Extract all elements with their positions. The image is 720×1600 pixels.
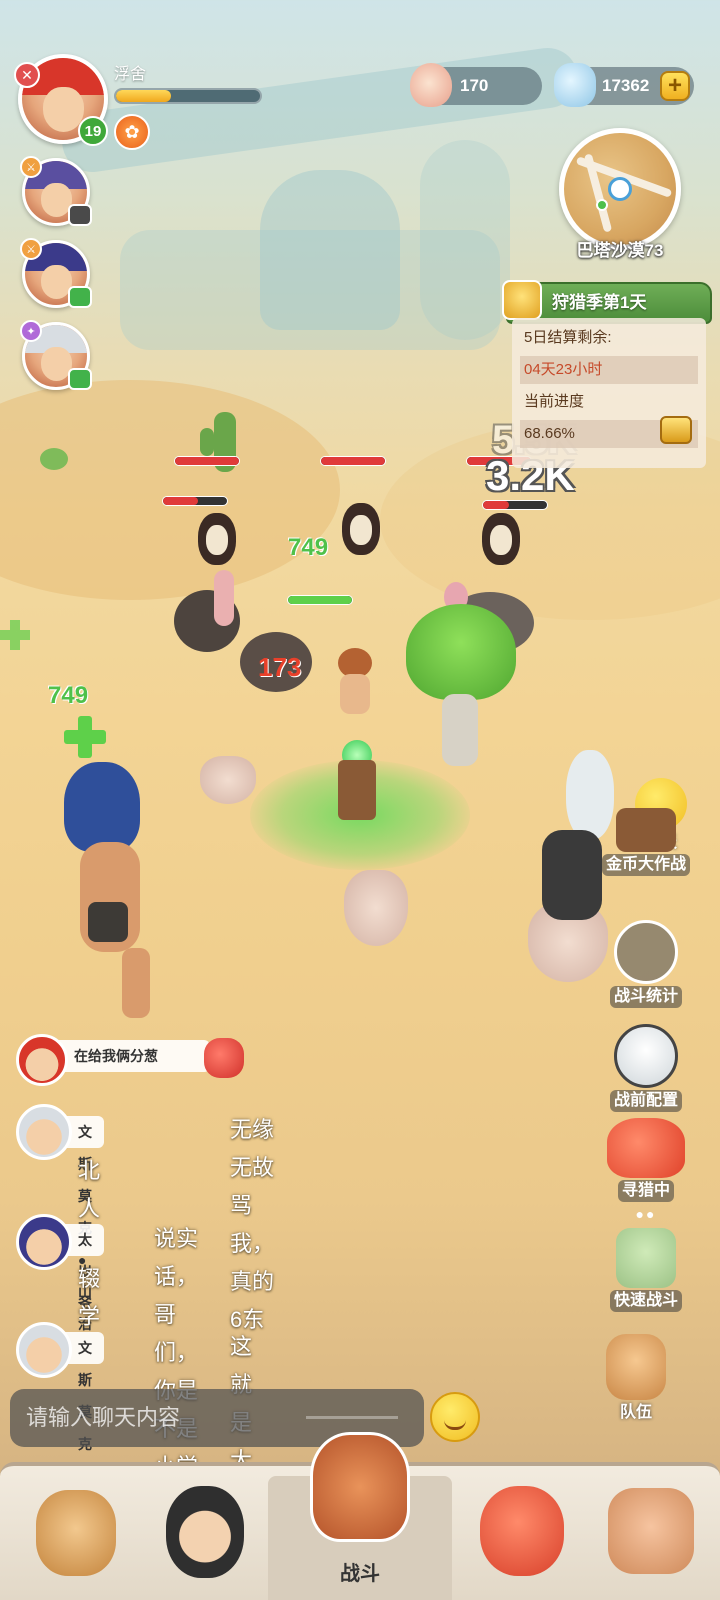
nav-pets[interactable]	[470, 1480, 580, 1590]
enemy-hp-bar	[162, 496, 228, 506]
party-member-3[interactable]: ✦	[20, 320, 92, 390]
shell-count: 170	[460, 76, 489, 95]
heal-plus-icon	[0, 620, 30, 650]
enemy-bird-2[interactable]	[330, 495, 392, 561]
dinosaur-icon	[614, 1024, 678, 1088]
team-button[interactable]: 队伍	[588, 1334, 684, 1424]
quick-battle-button[interactable]: 快速战斗	[598, 1228, 694, 1312]
class-badge-icon: ✕	[14, 62, 40, 88]
team-label: 队伍	[619, 1404, 652, 1421]
chat-text-line2: 辍学	[78, 1266, 101, 1329]
quick-battle-label: 快速战斗	[609, 1290, 682, 1312]
ready-status-icon	[68, 368, 92, 390]
nav-tribe[interactable]	[26, 1480, 136, 1590]
enemy-hp-bar	[482, 500, 548, 510]
avatar	[16, 1322, 72, 1378]
avatar	[16, 1034, 68, 1086]
stats-icon	[614, 920, 678, 984]
enemy-hp-bar	[174, 456, 240, 466]
remaining-label: 5日结算剩余:	[524, 329, 612, 346]
hunting-dots: ●●	[635, 1206, 657, 1222]
offline-status-icon	[68, 204, 92, 226]
hero-archer[interactable]	[40, 752, 170, 1022]
crit-number: 173	[258, 652, 302, 682]
totem-icon	[616, 1228, 676, 1288]
nav-hero[interactable]	[156, 1480, 266, 1590]
reward-chest-icon[interactable]	[660, 416, 692, 444]
avatar	[16, 1104, 72, 1160]
xp-bar	[114, 88, 262, 104]
ready-status-icon	[68, 286, 92, 308]
pet-badge-icon[interactable]: ✿	[114, 114, 150, 150]
hunting-season-panel[interactable]: 狩猎季第1天 5日结算剩余: 04天23小时 当前进度 68.66%	[502, 280, 712, 476]
bottom-nav: 战斗	[0, 1432, 720, 1600]
hero-main[interactable]	[318, 648, 390, 738]
emoji-button[interactable]	[430, 1392, 480, 1442]
enemy-hp-bar	[320, 456, 386, 466]
red-dino-icon	[607, 1118, 685, 1178]
totem[interactable]	[330, 740, 384, 822]
cart-icon	[616, 808, 676, 852]
pet-dino-icon	[480, 1486, 564, 1576]
player-level: 19	[78, 116, 108, 146]
gold-battle-button[interactable]: 金币大作战	[598, 808, 694, 876]
chat-text-line2: 北人	[78, 1158, 101, 1221]
battle-label: 战斗	[340, 1563, 380, 1585]
party-member-2[interactable]: ⚔	[20, 238, 92, 308]
ally-hp-bar	[287, 595, 353, 605]
player-location-icon	[608, 177, 632, 201]
chat-input-divider	[306, 1416, 398, 1419]
hunting-button[interactable]: 寻猎中 ●●	[598, 1118, 694, 1222]
trophy-icon	[502, 280, 542, 320]
chat-text: 无缘无故骂我，真的6东	[230, 1117, 275, 1332]
crystal-currency[interactable]: 17362 +	[554, 63, 694, 107]
bone-pile	[344, 870, 408, 946]
palm-ally[interactable]	[406, 604, 516, 774]
chat-text: 在给我俩分葱	[52, 1040, 210, 1072]
team-icon	[606, 1334, 666, 1400]
remaining-value: 04天23小时	[520, 356, 698, 384]
hunting-label: 寻猎中	[617, 1180, 674, 1202]
heal-number: 749	[48, 682, 89, 709]
enemy-bird-3[interactable]	[470, 505, 532, 571]
class-badge-icon: ⚔	[20, 156, 42, 178]
progress-label: 当前进度	[524, 393, 585, 410]
totem-icon	[608, 1488, 694, 1574]
map-name: 巴塔沙漠73	[576, 241, 664, 260]
battle-stats-button[interactable]: 战斗统计	[598, 920, 694, 1008]
player-name: 浮舍	[114, 66, 147, 83]
pre-battle-button[interactable]: 战前配置	[598, 1024, 694, 1112]
shell-currency[interactable]: 170	[410, 63, 542, 107]
class-badge-icon: ⚔	[20, 238, 42, 260]
pre-battle-label: 战前配置	[609, 1090, 682, 1112]
enemy-bird-1[interactable]	[186, 505, 248, 571]
avatar	[16, 1214, 72, 1270]
crystal-icon	[554, 63, 596, 107]
heal-number: 749	[288, 534, 329, 561]
minimap[interactable]	[559, 128, 681, 250]
heal-plus-icon	[64, 716, 106, 758]
battle-mask-icon	[310, 1432, 410, 1542]
bone-pile	[200, 756, 256, 804]
nav-battle[interactable]: 战斗	[290, 1432, 430, 1585]
sticker-icon	[204, 1038, 244, 1078]
tribe-icon	[36, 1490, 116, 1576]
party-member-1[interactable]: ⚔	[20, 156, 92, 226]
nav-totem[interactable]	[598, 1480, 708, 1590]
crystal-count: 17362	[602, 76, 650, 95]
smile-icon	[444, 1420, 466, 1430]
add-crystal-button[interactable]: +	[660, 71, 690, 101]
shell-icon	[410, 63, 452, 107]
battle-stats-label: 战斗统计	[609, 986, 682, 1008]
class-badge-icon: ✦	[20, 320, 42, 342]
gold-battle-label: 金币大作战	[601, 854, 690, 876]
hero-icon	[166, 1486, 244, 1578]
